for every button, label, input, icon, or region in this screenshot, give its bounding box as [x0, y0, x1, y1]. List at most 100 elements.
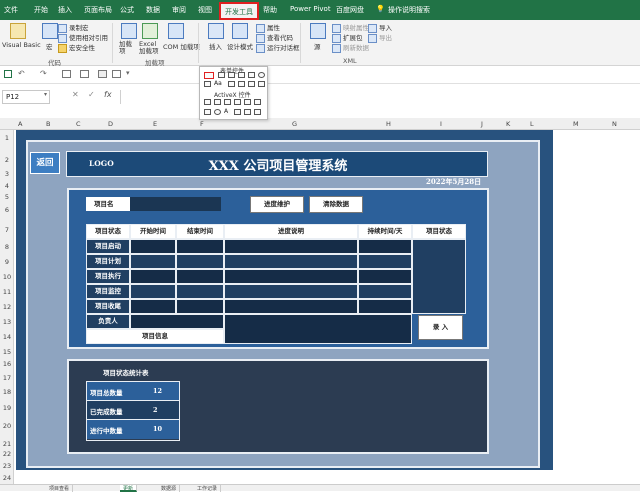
- fx-icon[interactable]: fx: [104, 90, 112, 99]
- activex-list-icon[interactable]: [234, 99, 241, 105]
- spinner-icon[interactable]: [238, 72, 245, 78]
- activex-option-icon[interactable]: [214, 109, 221, 115]
- table-cell[interactable]: [224, 254, 358, 269]
- relative-ref-button[interactable]: 使用相对引用: [58, 32, 108, 43]
- scrollbar-icon[interactable]: [228, 81, 235, 87]
- row-header[interactable]: 8: [0, 243, 14, 251]
- option-button-icon[interactable]: [258, 72, 265, 78]
- text-field-icon[interactable]: [238, 81, 245, 87]
- table-cell[interactable]: [130, 284, 176, 299]
- search-hint[interactable]: 操作说明搜索: [388, 5, 430, 15]
- excel-addin-button[interactable]: Excel 加载项: [139, 41, 161, 55]
- row-header[interactable]: 11: [0, 288, 14, 296]
- table-cell[interactable]: [358, 254, 412, 269]
- owner-input[interactable]: [130, 314, 224, 329]
- com-addin-button[interactable]: COM 加载项: [163, 41, 200, 51]
- properties-button[interactable]: 属性: [256, 22, 280, 33]
- row-header[interactable]: 7: [0, 226, 14, 234]
- cancel-icon[interactable]: ✕: [72, 90, 79, 99]
- column-header[interactable]: B: [46, 120, 50, 128]
- chevron-down-icon[interactable]: ▾: [44, 91, 47, 98]
- row-header[interactable]: 18: [0, 388, 14, 396]
- combo-dropdown-icon[interactable]: [258, 81, 265, 87]
- row-header[interactable]: 23: [0, 462, 14, 470]
- insert-control-button[interactable]: 插入: [209, 41, 222, 51]
- table-cell[interactable]: [224, 299, 358, 314]
- row-header[interactable]: 21: [0, 440, 14, 448]
- addin-button[interactable]: 加载项: [119, 41, 133, 55]
- customize-qat-icon[interactable]: ▾: [126, 69, 130, 77]
- row-header[interactable]: 6: [0, 206, 14, 214]
- combo-box-icon[interactable]: [218, 72, 225, 78]
- xml-source-button[interactable]: 源: [314, 41, 321, 51]
- tab-page-layout[interactable]: 页面布局: [84, 5, 112, 15]
- tab-power-pivot[interactable]: Power Pivot: [290, 5, 331, 13]
- tab-view[interactable]: 视图: [198, 5, 212, 15]
- row-header[interactable]: 15: [0, 348, 14, 356]
- column-header[interactable]: N: [612, 120, 617, 128]
- submit-button[interactable]: 录 入: [418, 315, 463, 340]
- design-mode-button[interactable]: 设计模式: [227, 41, 253, 51]
- table-cell[interactable]: [358, 239, 412, 254]
- import-button[interactable]: 导入: [368, 22, 392, 33]
- tab-file[interactable]: 文件: [4, 5, 18, 15]
- progress-maintain-button[interactable]: 进度维护: [250, 196, 304, 213]
- enter-icon[interactable]: ✓: [88, 90, 95, 99]
- row-header[interactable]: 9: [0, 258, 14, 266]
- visual-basic-button[interactable]: Visual Basic: [2, 41, 41, 49]
- column-header[interactable]: F: [200, 120, 204, 128]
- row-header[interactable]: 10: [0, 273, 14, 281]
- column-header[interactable]: G: [292, 120, 297, 128]
- column-header[interactable]: C: [76, 120, 81, 128]
- column-header[interactable]: H: [386, 120, 391, 128]
- row-header[interactable]: 24: [0, 474, 14, 482]
- table-icon[interactable]: [80, 70, 89, 78]
- undo-icon[interactable]: ↶: [18, 69, 25, 78]
- activex-label-icon[interactable]: A: [224, 109, 231, 115]
- tab-developer[interactable]: 开发工具: [219, 2, 259, 20]
- column-header[interactable]: K: [506, 120, 510, 128]
- save-icon[interactable]: [4, 70, 12, 78]
- row-header[interactable]: 20: [0, 422, 14, 430]
- row-header[interactable]: 17: [0, 374, 14, 382]
- record-macro-button[interactable]: 录制宏: [58, 22, 89, 33]
- list-box-icon[interactable]: [248, 72, 255, 78]
- activex-combo-icon[interactable]: [214, 99, 221, 105]
- row-header[interactable]: 16: [0, 360, 14, 368]
- project-info-input[interactable]: [224, 314, 412, 344]
- table-cell[interactable]: [130, 299, 176, 314]
- view-code-button[interactable]: 查看代码: [256, 32, 293, 43]
- activex-spin-icon[interactable]: [204, 109, 211, 115]
- tab-home[interactable]: 开始: [34, 5, 48, 15]
- tab-formulas[interactable]: 公式: [120, 5, 134, 15]
- row-header[interactable]: 22: [0, 450, 14, 458]
- row-header[interactable]: 1: [0, 134, 14, 142]
- macro-button[interactable]: 宏: [46, 41, 53, 51]
- form-icon[interactable]: [62, 70, 71, 78]
- camera-icon[interactable]: [98, 70, 107, 78]
- activex-scrollbar-icon[interactable]: [254, 99, 261, 105]
- table-cell[interactable]: [130, 239, 176, 254]
- expansion-pack-button[interactable]: 扩展包: [332, 32, 363, 43]
- row-header[interactable]: 12: [0, 303, 14, 311]
- column-header[interactable]: L: [530, 120, 534, 128]
- screenshot-icon[interactable]: [112, 70, 121, 78]
- combo-list-icon[interactable]: [248, 81, 255, 87]
- name-box[interactable]: P12: [2, 90, 50, 104]
- map-properties-button[interactable]: 映射属性: [332, 22, 369, 33]
- button-control-icon[interactable]: [204, 72, 214, 79]
- row-header[interactable]: 3: [0, 170, 14, 178]
- table-cell[interactable]: [176, 269, 224, 284]
- project-name-input[interactable]: [130, 197, 221, 211]
- clear-data-button[interactable]: 清除数据: [309, 196, 363, 213]
- column-header[interactable]: E: [153, 120, 157, 128]
- run-dialog-button[interactable]: 运行对话框: [256, 42, 300, 53]
- table-cell[interactable]: [358, 269, 412, 284]
- activex-toggle-icon[interactable]: [244, 109, 251, 115]
- table-cell[interactable]: [130, 269, 176, 284]
- row-header[interactable]: 13: [0, 318, 14, 326]
- activex-checkbox-icon[interactable]: [224, 99, 231, 105]
- tab-review[interactable]: 审阅: [172, 5, 186, 15]
- column-header[interactable]: M: [573, 120, 579, 128]
- row-header[interactable]: 14: [0, 333, 14, 341]
